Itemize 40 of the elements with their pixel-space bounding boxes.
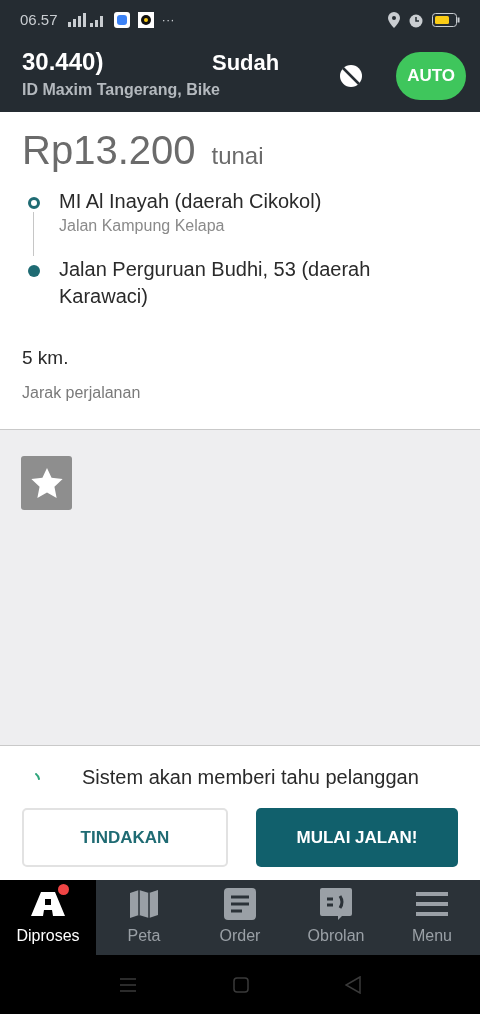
fare-amount: Rp13.200: [22, 130, 196, 170]
payment-method: tunai: [211, 141, 264, 171]
battery-icon: [432, 13, 460, 27]
nav-tab[interactable]: Diproses: [0, 880, 96, 955]
trip-distance: 5 km.: [22, 346, 70, 370]
back-icon[interactable]: [345, 975, 361, 994]
nav-tab[interactable]: Obrolan: [288, 880, 384, 955]
menu-icon: [416, 891, 448, 916]
location-icon: [388, 12, 400, 28]
alarm-icon: [408, 12, 424, 28]
favorite-button[interactable]: [21, 456, 72, 510]
route-address: Jalan Perguruan Budhi, 53 (daerah Karawaci): [59, 257, 372, 309]
loading-spinner-icon: [35, 773, 41, 781]
road-icon: [31, 889, 65, 918]
route-address: MI Al Inayah (daerah Cikokol): [59, 189, 322, 214]
pickup-marker: [27, 197, 40, 209]
star-icon: [30, 468, 63, 498]
app-icon: [137, 12, 154, 28]
route-street: Jalan Kampung Kelapa: [59, 216, 226, 236]
service-subtitle: ID Maxim Tangerang, Bike: [22, 80, 221, 100]
nav-tab[interactable]: Order: [192, 880, 288, 955]
night-mode-icon[interactable]: [338, 63, 365, 89]
destination-marker: [27, 265, 40, 277]
actions-button[interactable]: TINDAKAN: [22, 808, 228, 867]
signal-icon: [65, 13, 106, 27]
map-icon: [128, 887, 160, 920]
document-icon: [224, 887, 256, 920]
chat-icon: [320, 887, 352, 920]
order-status: Sudah: [212, 52, 280, 74]
order-number: 30.440): [22, 50, 105, 74]
menu-icon[interactable]: [119, 977, 137, 992]
nav-tab[interactable]: Menu: [384, 880, 480, 955]
notice-text: Sistem akan memberi tahu pelanggan: [82, 765, 419, 790]
distance-label: Jarak perjalanan: [22, 382, 142, 403]
app-icon: [113, 12, 130, 28]
nav-tab[interactable]: Peta: [96, 880, 192, 955]
home-icon[interactable]: [233, 976, 249, 993]
start-trip-button[interactable]: MULAI JALAN!: [256, 808, 458, 867]
status-time: 06.57: [20, 9, 58, 30]
overflow-indicator: ···: [161, 11, 175, 30]
